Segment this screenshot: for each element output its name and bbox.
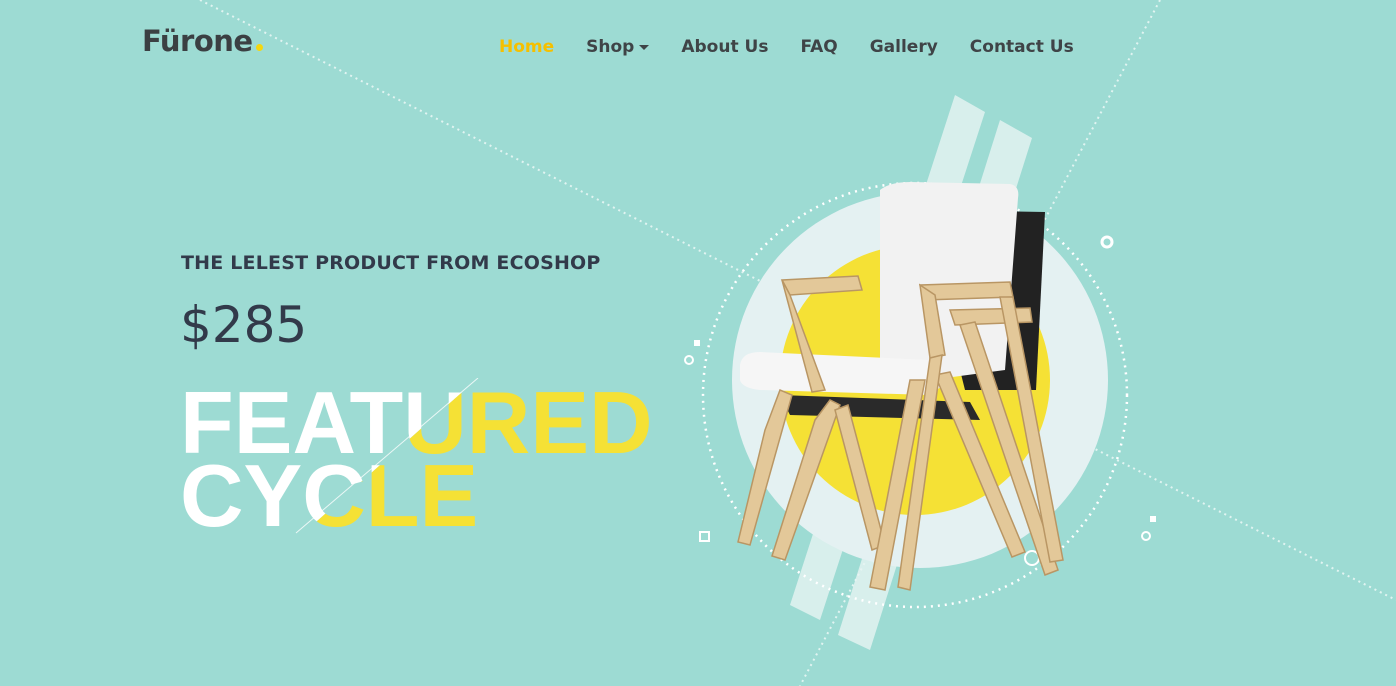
nav-gallery[interactable]: Gallery (870, 35, 938, 59)
hero-headline: FEATURED CYCLE FEATURED CYCLE (180, 378, 650, 538)
decor-square-small (1150, 516, 1156, 522)
hero-price: $285 (180, 296, 308, 354)
caret-down-icon (639, 44, 650, 50)
brand-name: Fürone (142, 24, 253, 58)
nav-home[interactable]: Home (499, 35, 554, 59)
main-nav: Home Shop About Us FAQ Gallery Contact U… (499, 35, 1106, 59)
decor-ring-small (1100, 235, 1114, 249)
brand-dot-icon (255, 44, 263, 51)
nav-contact-us[interactable]: Contact Us (970, 35, 1074, 59)
hero-image (684, 95, 1156, 650)
hero-subtitle: THE LELEST PRODUCT FROM ECOSHOP (181, 252, 601, 274)
decor-ring-small (1141, 531, 1151, 541)
decor-ring-small (684, 355, 694, 365)
nav-shop[interactable]: Shop (586, 35, 650, 59)
nav-faq[interactable]: FAQ (800, 35, 837, 59)
brand-logo[interactable]: Fürone (142, 24, 263, 58)
nav-about-us[interactable]: About Us (681, 35, 768, 59)
decor-square-small (699, 531, 710, 542)
decor-square-small (694, 340, 700, 346)
nav-shop-label: Shop (586, 37, 635, 57)
